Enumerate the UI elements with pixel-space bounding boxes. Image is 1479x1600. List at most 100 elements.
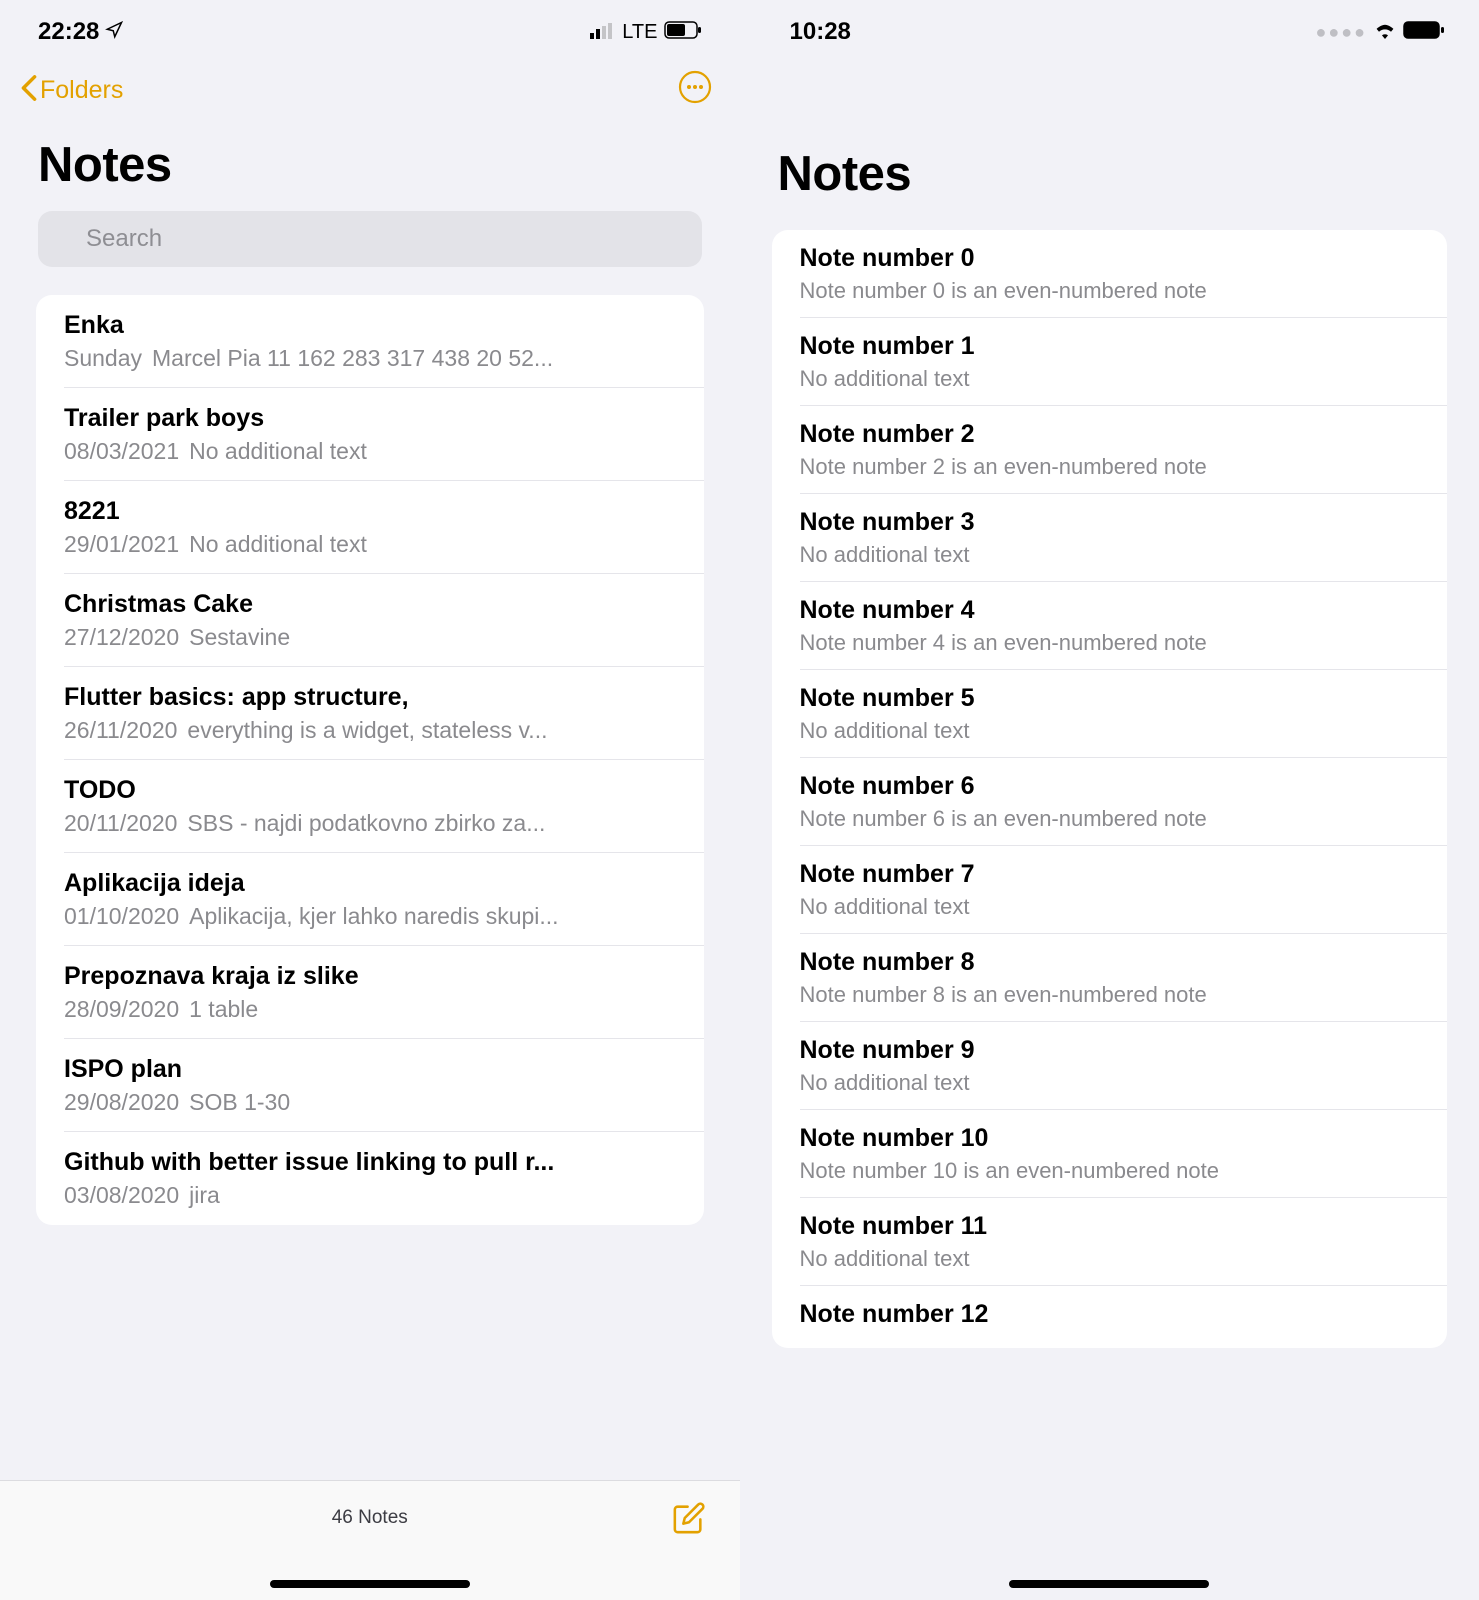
note-title: Github with better issue linking to pull…	[64, 1148, 704, 1177]
note-date: 29/08/2020	[64, 1089, 179, 1115]
note-title: Flutter basics: app structure,	[64, 683, 704, 712]
note-subtitle: 03/08/2020 jira	[64, 1182, 704, 1209]
note-title: Note number 5	[800, 684, 1448, 713]
bottom-toolbar: 46 Notes	[0, 1480, 740, 1600]
notes-list: Note number 0Note number 0 is an even-nu…	[772, 230, 1448, 1348]
note-item[interactable]: Note number 2 Note number 2 is an even-nu…	[772, 406, 1448, 494]
note-item[interactable]: Note number 5 No additional text	[772, 670, 1448, 758]
note-subtitle: No additional text	[800, 894, 1448, 920]
note-date: 26/11/2020	[64, 717, 177, 743]
notes-list: EnkaSundayMarcel Pia 11 162 283 317 438 …	[36, 295, 704, 1225]
status-time: 10:28	[790, 18, 851, 46]
status-bar: 10:28 ●●●●	[740, 0, 1479, 56]
note-preview: No additional text	[189, 531, 367, 557]
note-preview: SBS - najdi podatkovno zbirko za...	[187, 810, 545, 836]
note-item[interactable]: Note number 7 No additional text	[772, 846, 1448, 934]
network-label: LTE	[622, 21, 657, 44]
note-item[interactable]: Trailer park boys 08/03/2021 No additional…	[36, 388, 704, 481]
note-title: Prepoznava kraja iz slike	[64, 962, 704, 991]
note-preview: Marcel Pia 11 162 283 317 438 20 52...	[152, 345, 553, 371]
home-indicator[interactable]	[270, 1580, 470, 1588]
note-subtitle: No additional text	[800, 718, 1448, 744]
chevron-left-icon	[20, 74, 38, 108]
compose-button[interactable]	[672, 1501, 706, 1540]
note-date: 29/01/2021	[64, 531, 179, 557]
note-preview: No additional text	[189, 438, 367, 464]
note-date: 03/08/2020	[64, 1182, 179, 1208]
note-subtitle: No additional text	[800, 366, 1448, 392]
note-subtitle: Note number 10 is an even-numbered note	[800, 1158, 1448, 1184]
location-icon	[105, 18, 123, 46]
note-item[interactable]: Note number 12	[772, 1286, 1448, 1348]
note-date: 20/11/2020	[64, 810, 177, 836]
note-title: Note number 6	[800, 772, 1448, 801]
status-time: 22:28	[38, 18, 99, 46]
note-subtitle: 29/08/2020SOB 1-30	[64, 1089, 704, 1116]
note-subtitle: No additional text	[800, 1070, 1448, 1096]
note-subtitle: Note number 6 is an even-numbered note	[800, 806, 1448, 832]
note-preview: everything is a widget, stateless v...	[187, 717, 547, 743]
note-item[interactable]: Note number 4 Note number 4 is an even-nu…	[772, 582, 1448, 670]
note-title: Note number 9	[800, 1036, 1448, 1065]
note-item[interactable]: 8221 29/01/2021 No additional text	[36, 481, 704, 574]
back-label: Folders	[40, 76, 123, 105]
note-item[interactable]: TODO 20/11/2020 SBS - najdi podatkovno zbi…	[36, 760, 704, 853]
note-title: Note number 7	[800, 860, 1448, 889]
search-input[interactable]	[38, 211, 702, 267]
note-title: Trailer park boys	[64, 404, 704, 433]
note-date: 08/03/2021	[64, 438, 179, 464]
note-subtitle: Note number 4 is an even-numbered note	[800, 630, 1448, 656]
note-item[interactable]: Note number 1 No additional text	[772, 318, 1448, 406]
back-button[interactable]: Folders	[20, 74, 123, 108]
more-button[interactable]	[678, 70, 712, 111]
note-title: TODO	[64, 776, 704, 805]
note-subtitle: 27/12/2020Sestavine	[64, 624, 704, 651]
signal-icon	[590, 18, 616, 46]
note-title: ISPO plan	[64, 1055, 704, 1084]
note-subtitle: 20/11/2020 SBS - najdi podatkovno zbirko …	[64, 810, 704, 837]
note-item[interactable]: ISPO plan 29/08/2020SOB 1-30	[36, 1039, 704, 1132]
note-item[interactable]: Prepoznava kraja iz slike 28/09/2020 1 tab…	[36, 946, 704, 1039]
note-item[interactable]: Note number 8Note number 8 is an even-nu…	[772, 934, 1448, 1022]
note-item[interactable]: Note number 3 No additional text	[772, 494, 1448, 582]
note-preview: 1 table	[189, 996, 258, 1022]
note-subtitle: Note number 2 is an even-numbered note	[800, 454, 1448, 480]
note-count: 46 Notes	[332, 1507, 408, 1529]
note-item[interactable]: Github with better issue linking to pull…	[36, 1132, 704, 1225]
note-item[interactable]: Note number 6 Note number 6 is an even-nu…	[772, 758, 1448, 846]
note-subtitle: No additional text	[800, 1246, 1448, 1272]
note-subtitle: 28/09/2020 1 table	[64, 996, 704, 1023]
note-subtitle: 01/10/2020Aplikacija, kjer lahko naredis…	[64, 903, 704, 930]
note-item[interactable]: EnkaSundayMarcel Pia 11 162 283 317 438 …	[36, 295, 704, 388]
note-item[interactable]: Christmas Cake27/12/2020Sestavine	[36, 574, 704, 667]
note-title: Note number 1	[800, 332, 1448, 361]
note-date: 28/09/2020	[64, 996, 179, 1022]
battery-icon	[1403, 18, 1445, 46]
left-phone-screen: 22:28 LTE Folders Notes	[0, 0, 740, 1600]
note-item[interactable]: Note number 10 Note number 10 is an even-…	[772, 1110, 1448, 1198]
note-item[interactable]: Flutter basics: app structure, 26/11/2020…	[36, 667, 704, 760]
note-title: Aplikacija ideja	[64, 869, 704, 898]
note-subtitle: 29/01/2021 No additional text	[64, 531, 704, 558]
breadcrumb-dots-icon: ●●●●	[1316, 22, 1368, 43]
note-title: Note number 4	[800, 596, 1448, 625]
note-item[interactable]: Note number 0Note number 0 is an even-nu…	[772, 230, 1448, 318]
note-subtitle: SundayMarcel Pia 11 162 283 317 438 20 5…	[64, 345, 704, 372]
note-item[interactable]: Note number 9 No additional text	[772, 1022, 1448, 1110]
note-title: Note number 2	[800, 420, 1448, 449]
note-title: Note number 10	[800, 1124, 1448, 1153]
note-item[interactable]: Note number 11No additional text	[772, 1198, 1448, 1286]
note-title: Note number 3	[800, 508, 1448, 537]
battery-icon	[664, 18, 702, 46]
search-wrap	[0, 211, 740, 295]
home-indicator[interactable]	[1009, 1580, 1209, 1588]
page-title: Notes	[740, 56, 1479, 230]
note-date: 27/12/2020	[64, 624, 179, 650]
page-title: Notes	[0, 117, 740, 211]
right-phone-screen: 10:28 ●●●● Notes Note number 0Note numbe…	[740, 0, 1479, 1600]
note-preview: jira	[189, 1182, 220, 1208]
note-subtitle: No additional text	[800, 542, 1448, 568]
note-item[interactable]: Aplikacija ideja 01/10/2020Aplikacija, kj…	[36, 853, 704, 946]
note-title: Note number 12	[800, 1300, 1448, 1329]
note-title: 8221	[64, 497, 704, 526]
